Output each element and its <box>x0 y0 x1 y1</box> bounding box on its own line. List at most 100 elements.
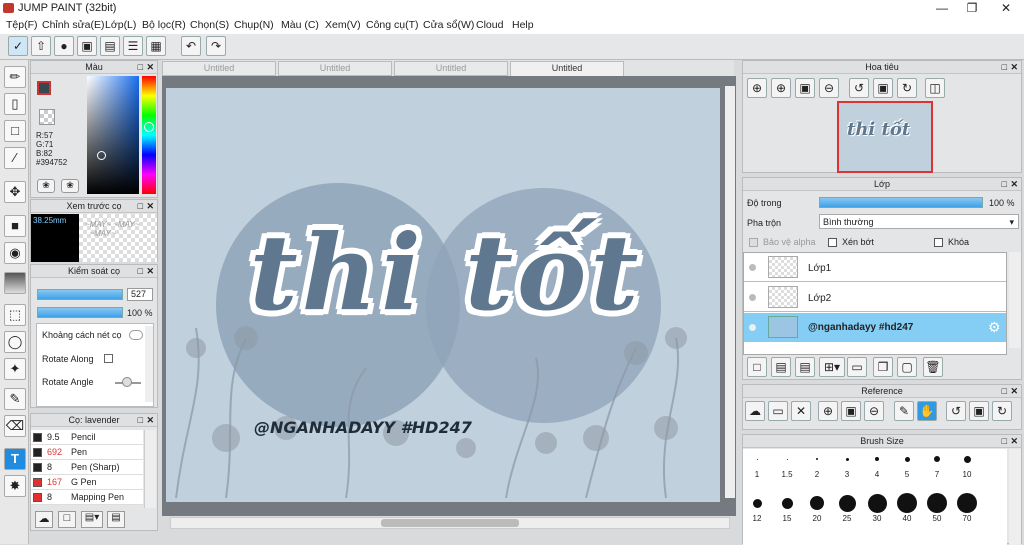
panel-close-icon[interactable]: ✕ <box>1010 178 1018 190</box>
panel-close-icon[interactable]: ✕ <box>146 61 154 73</box>
comment-icon[interactable]: ● <box>54 36 74 56</box>
brush-size-option[interactable]: 15 <box>777 493 797 523</box>
layer-row[interactable] <box>744 343 1006 354</box>
rotate-right-icon[interactable]: ↻ <box>897 78 917 98</box>
control-scrollbar[interactable] <box>145 326 153 402</box>
brush-size-option[interactable]: 1 <box>747 459 767 479</box>
bucket-tool-icon[interactable]: ◉ <box>4 242 26 264</box>
rect-tool-icon[interactable]: □ <box>4 120 26 142</box>
new-brush-icon[interactable]: □ <box>58 511 76 528</box>
tab-document[interactable]: Untitled <box>278 61 392 76</box>
close-button[interactable]: ✕ <box>990 0 1022 17</box>
maximize-button[interactable]: ❐ <box>956 0 988 17</box>
menu-help[interactable]: Help <box>512 19 534 31</box>
panel-close-icon[interactable]: ✕ <box>1010 385 1018 397</box>
brush-size-option[interactable]: 40 <box>897 493 917 523</box>
rotate-along-checkbox[interactable] <box>104 354 113 363</box>
panel-close-icon[interactable]: ✕ <box>1010 435 1018 447</box>
detach-icon[interactable]: □ <box>138 61 143 73</box>
detach-icon[interactable]: □ <box>1002 61 1007 73</box>
redo-icon[interactable]: ↷ <box>206 36 226 56</box>
fill-rect-tool-icon[interactable]: ■ <box>4 215 26 237</box>
detach-icon[interactable]: □ <box>138 200 143 212</box>
sv-cursor[interactable] <box>97 151 106 160</box>
brush-item[interactable]: 692 Pen <box>31 445 143 460</box>
rotate-reset-icon[interactable]: ▣ <box>873 78 893 98</box>
brush-item[interactable]: 9.5 Pencil <box>31 430 143 445</box>
menu-file[interactable]: Tệp(F) <box>6 19 38 31</box>
eyedropper-icon[interactable]: ✎ <box>894 401 914 421</box>
layer-scrollbar[interactable] <box>1009 252 1021 348</box>
menu-layer[interactable]: Lớp(L) <box>105 19 136 31</box>
brush-size-option[interactable]: 7 <box>927 456 947 479</box>
close-ref-icon[interactable]: ✕ <box>791 401 811 421</box>
brush-size-option[interactable]: 30 <box>867 493 887 523</box>
fit-icon[interactable]: ▣ <box>795 78 815 98</box>
detach-icon[interactable]: □ <box>138 414 143 426</box>
layer-opacity-slider[interactable] <box>819 197 983 208</box>
vertical-scrollbar[interactable] <box>725 86 735 498</box>
foreground-color-swatch[interactable] <box>37 81 51 95</box>
clip-checkbox[interactable] <box>828 238 837 247</box>
protect-alpha-checkbox[interactable] <box>749 238 758 247</box>
list-icon[interactable]: ☰ <box>123 36 143 56</box>
lock-checkbox[interactable] <box>934 238 943 247</box>
grid-icon[interactable]: ▦ <box>146 36 166 56</box>
brush-size-option[interactable]: 70 <box>957 493 977 523</box>
blend-mode-select[interactable]: Bình thường ▾ <box>819 214 1019 229</box>
eyedropper-icon[interactable]: ✸ <box>4 475 26 497</box>
menu-select[interactable]: Chọn(S) <box>190 19 229 31</box>
layer-row[interactable]: Lớp1 <box>744 253 1006 282</box>
horizontal-scroll-thumb[interactable] <box>381 519 519 527</box>
zoom-in-icon[interactable]: ⊕ <box>747 78 767 98</box>
brush-size-option[interactable]: 12 <box>747 493 767 523</box>
brush-menu-icon[interactable]: ▤▾ <box>81 511 103 528</box>
menu-window[interactable]: Cửa sổ(W) <box>423 19 474 31</box>
brush-size-option[interactable]: 2 <box>807 458 827 479</box>
magic-wand-icon[interactable]: ✦ <box>4 358 26 380</box>
share-icon[interactable]: ⇧ <box>31 36 51 56</box>
visibility-icon[interactable] <box>749 294 756 301</box>
menu-filter[interactable]: Bộ lọc(R) <box>142 19 186 31</box>
menu-edit[interactable]: Chỉnh sửa(E) <box>42 19 104 31</box>
download-brush-icon[interactable]: ☁ <box>35 511 53 528</box>
panel-close-icon[interactable]: ✕ <box>146 265 154 277</box>
brush-item[interactable]: 8 Mapping Pen <box>31 490 143 505</box>
zoom-out-icon[interactable]: ⊖ <box>864 401 884 421</box>
select-pen-icon[interactable]: ✎ <box>4 388 26 410</box>
layer-row-selected[interactable]: @nganhadayy #hd247 ⚙ <box>744 313 1006 342</box>
brush-size-option[interactable]: 5 <box>897 457 917 479</box>
trash-icon[interactable]: 🗑 <box>923 357 943 377</box>
hue-slider[interactable] <box>142 76 156 194</box>
hue-cursor[interactable] <box>144 122 154 132</box>
document-icon[interactable]: ▤ <box>100 36 120 56</box>
rotate-right-icon[interactable]: ↻ <box>992 401 1012 421</box>
menu-view[interactable]: Xem(V) <box>325 19 361 31</box>
size-slider[interactable] <box>37 289 123 300</box>
rotate-reset-icon[interactable]: ▣ <box>969 401 989 421</box>
copy-layer-icon[interactable]: ▤ <box>771 357 791 377</box>
visibility-icon[interactable] <box>749 324 756 331</box>
cloud-download-icon[interactable]: ☁ <box>745 401 765 421</box>
select-eraser-icon[interactable]: ⌫ <box>4 415 26 437</box>
brush-size-option[interactable]: 20 <box>807 493 827 523</box>
rotate-left-icon[interactable]: ↺ <box>849 78 869 98</box>
tab-document-active[interactable]: Untitled <box>510 61 624 76</box>
detach-icon[interactable]: □ <box>138 265 143 277</box>
select-rect-icon[interactable]: ⬚ <box>4 304 26 326</box>
horizontal-scrollbar[interactable] <box>170 517 730 529</box>
brush-size-scrollbar[interactable] <box>1009 449 1021 545</box>
brush-settings-icon[interactable]: ▤ <box>107 511 125 528</box>
layer-row[interactable]: Lớp2 <box>744 283 1006 312</box>
brush-item[interactable]: 167 G Pen <box>31 475 143 490</box>
check-icon[interactable]: ✓ <box>8 36 28 56</box>
gradient-tool-icon[interactable] <box>4 272 26 294</box>
folder-icon[interactable]: ▭ <box>847 357 867 377</box>
tab-document[interactable]: Untitled <box>394 61 508 76</box>
brush-size-option[interactable]: 1.5 <box>777 459 797 479</box>
opacity-slider[interactable] <box>37 307 123 318</box>
zoom-out-icon[interactable]: ⊖ <box>819 78 839 98</box>
drawing-canvas[interactable]: thi tốt @NGANHADAYY #HD247 <box>166 88 720 502</box>
saturation-value-picker[interactable] <box>87 76 139 194</box>
move-tool-icon[interactable]: ✥ <box>4 181 26 203</box>
